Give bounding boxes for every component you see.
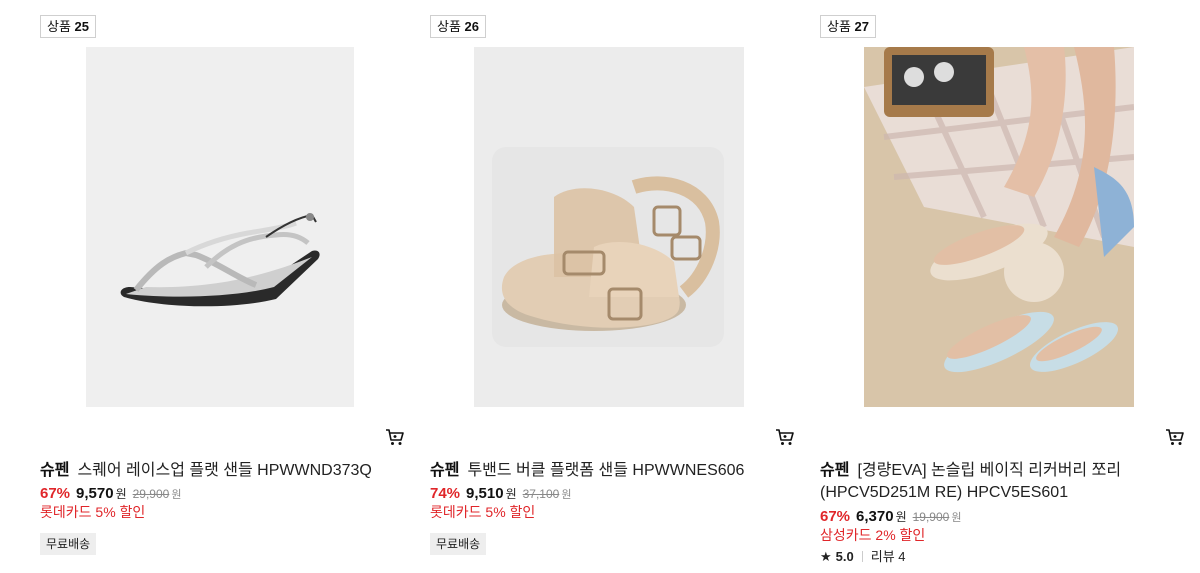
product-title[interactable]: 슈펜 투밴드 버클 플랫폼 샌들 HPWWNES606 (430, 460, 795, 482)
card-promo: 롯데카드 5% 할인 (40, 504, 146, 520)
product-image[interactable] (474, 47, 744, 407)
free-shipping-badge: 무료배송 (430, 533, 487, 555)
cart-icon (776, 429, 794, 445)
product-card[interactable]: 상품 25 슈펜 스퀘어 레이스업 플랫 샌들 HPWWND373Q 67% 9,5… (40, 0, 405, 573)
product-name: 투밴드 버클 플랫폼 샌들 HPWWNES606 (467, 462, 745, 479)
product-title[interactable]: 슈펜 스퀘어 레이스업 플랫 샌들 HPWWND373Q (40, 460, 405, 482)
sale-price: 6,370 (856, 508, 894, 525)
sale-price: 9,570 (76, 485, 114, 502)
product-index-badge: 상품 26 (430, 15, 487, 38)
rating-row: ★ 5.0 리뷰 4 (820, 548, 906, 566)
product-name: [경량EVA] 논슬립 베이직 리커버리 쪼리 (857, 462, 1122, 479)
product-name: 스퀘어 레이스업 플랫 샌들 HPWWND373Q (77, 462, 372, 479)
sale-price: 9,510 (466, 485, 504, 502)
divider (861, 551, 863, 562)
discount-rate: 67% (820, 508, 851, 525)
card-promo: 삼성카드 2% 할인 (820, 527, 926, 543)
review-count[interactable]: 리뷰 4 (871, 549, 906, 564)
rating-score: 5.0 (835, 549, 854, 564)
cart-icon (1166, 429, 1184, 445)
discount-rate: 74% (430, 485, 461, 502)
add-to-cart-button[interactable] (775, 428, 795, 446)
star-icon: ★ (820, 549, 832, 564)
product-image[interactable] (864, 47, 1134, 407)
price-row: 74% 9,510 원 37,100 원 (430, 485, 572, 502)
price-row: 67% 9,570 원 29,900 원 (40, 485, 182, 502)
product-image[interactable] (86, 47, 354, 407)
product-title[interactable]: 슈펜 [경량EVA] 논슬립 베이직 리커버리 쪼리 (HPCV5D251M RE… (820, 460, 1185, 504)
product-index-badge: 상품 27 (820, 15, 877, 38)
original-price: 29,900 (132, 487, 170, 501)
product-card[interactable]: 상품 26 슈펜 투밴드 버클 플랫폼 샌들 HPWWNES606 74% 9,51… (430, 0, 795, 573)
original-price: 19,900 (912, 510, 950, 524)
discount-rate: 67% (40, 485, 71, 502)
price-row: 67% 6,370 원 19,900 원 (820, 508, 962, 525)
brand-name: 슈펜 (820, 462, 850, 479)
card-promo: 롯데카드 5% 할인 (430, 504, 536, 520)
add-to-cart-button[interactable] (1165, 428, 1185, 446)
cart-icon (386, 429, 404, 445)
product-card[interactable]: 상품 27 슈펜 [경량EVA] 논슬립 베이직 리커버리 쪼리 (HPCV5D… (820, 0, 1185, 573)
brand-name: 슈펜 (40, 462, 70, 479)
original-price: 37,100 (522, 487, 560, 501)
free-shipping-badge: 무료배송 (40, 533, 97, 555)
product-name-line2: (HPCV5D251M RE) HPCV5ES601 (820, 484, 1069, 501)
add-to-cart-button[interactable] (385, 428, 405, 446)
brand-name: 슈펜 (430, 462, 460, 479)
product-index-badge: 상품 25 (40, 15, 97, 38)
